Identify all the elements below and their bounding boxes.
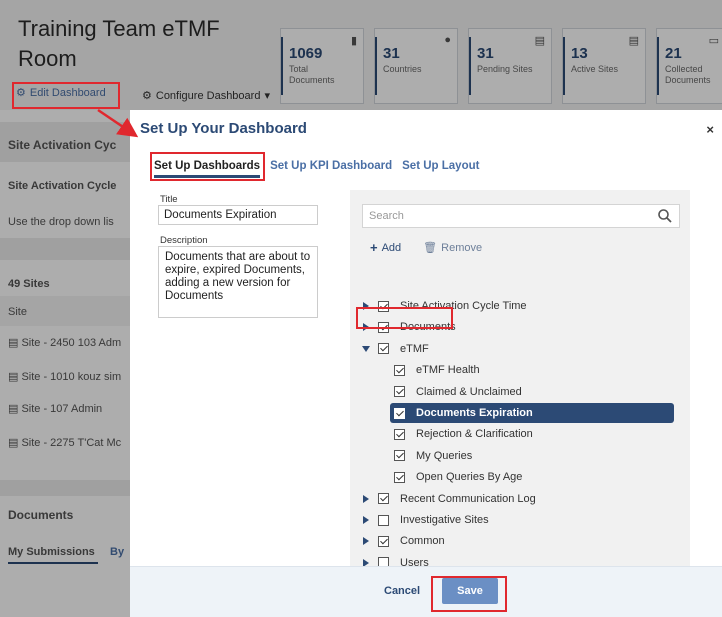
tree-item-checkbox[interactable] [378,300,389,312]
tab-set-up-dashboards[interactable]: Set Up Dashboards [154,160,261,178]
tree-actions: + Add 🗑 Remove [370,240,482,255]
tree-item[interactable]: Common [362,531,445,551]
tree-item-checkbox[interactable] [394,428,405,440]
modal-footer: Cancel Save [130,566,722,617]
tree-item-checkbox[interactable] [394,450,405,462]
tree-item-checkbox[interactable] [378,493,389,505]
caret-down-icon[interactable] [362,345,370,353]
tree-item-checkbox[interactable] [394,471,405,483]
caret-right-icon[interactable] [362,494,370,503]
tree-item[interactable]: Recent Communication Log [362,489,536,509]
modal-tabs: Set Up Dashboards Set Up KPI Dashboard S… [154,160,479,178]
caret-right-icon[interactable] [362,537,370,546]
tree-item-label: Claimed & Unclaimed [416,385,522,398]
close-icon[interactable]: × [706,122,714,137]
tree-item-label: Documents [400,321,456,334]
tree-item-label: Documents Expiration [416,407,533,419]
title-input[interactable]: Documents Expiration [158,205,318,225]
description-label: Description [160,235,208,246]
tree-item[interactable]: Open Queries By Age [394,467,522,487]
modal-title: Set Up Your Dashboard [140,120,307,137]
remove-label: Remove [441,241,483,254]
tree-item[interactable]: Investigative Sites [362,510,489,530]
add-button[interactable]: + Add [370,240,401,255]
caret-right-icon[interactable] [362,302,370,310]
tab-set-up-layout[interactable]: Set Up Layout [402,160,479,172]
tree-item-checkbox[interactable] [394,407,405,419]
tree-item-label: Rejection & Clarification [416,428,533,441]
setup-dashboard-modal: Set Up Your Dashboard × Set Up Dashboard… [130,110,722,617]
remove-button[interactable]: 🗑 Remove [423,240,482,255]
tree-item-checkbox[interactable] [378,321,389,333]
tree-item[interactable]: My Queries [394,446,472,466]
tree-item-label: Open Queries By Age [416,471,523,484]
tree-item-label: eTMF Health [416,364,480,377]
add-label: Add [381,241,402,254]
search-input[interactable]: Search [362,204,680,228]
tree-item-label: eTMF [400,342,429,355]
tree-item[interactable]: Site Activation Cycle Time [362,296,527,316]
tree-item[interactable]: Documents [362,317,456,337]
caret-right-icon[interactable] [362,516,370,524]
tree-item-label: My Queries [416,449,473,462]
tree-item-label: Site Activation Cycle Time [400,300,527,312]
caret-right-icon[interactable] [362,323,370,332]
title-label: Title [160,194,178,205]
tree-item-checkbox[interactable] [394,386,405,398]
tree-item-checkbox[interactable] [378,343,389,355]
tab-set-up-kpi-dashboard[interactable]: Set Up KPI Dashboard [270,160,392,172]
tree-item-label: Recent Communication Log [400,492,536,505]
cancel-button[interactable]: Cancel [384,585,420,597]
trash-icon: 🗑 [423,242,438,254]
tree-item[interactable]: eTMF Health [394,360,480,380]
tree-item[interactable]: Claimed & Unclaimed [394,382,522,402]
widget-tree-panel: Search + Add 🗑 Remove Site Activation Cy… [350,190,690,569]
tree-item-checkbox[interactable] [378,535,389,547]
tree-item-checkbox[interactable] [394,364,405,376]
search-placeholder: Search [369,210,404,222]
tree-item[interactable]: eTMF [362,339,429,359]
tree-item-label: Investigative Sites [400,514,489,526]
description-textarea[interactable]: Documents that are about to expire, expi… [158,246,318,318]
tree-item[interactable]: Rejection & Clarification [394,424,533,444]
save-button[interactable]: Save [442,578,498,604]
tree-item-checkbox[interactable] [378,514,389,526]
plus-icon: + [370,240,378,255]
tree-item[interactable]: Documents Expiration [390,403,674,423]
search-icon[interactable] [657,208,673,224]
tree-item-label: Common [400,535,445,548]
